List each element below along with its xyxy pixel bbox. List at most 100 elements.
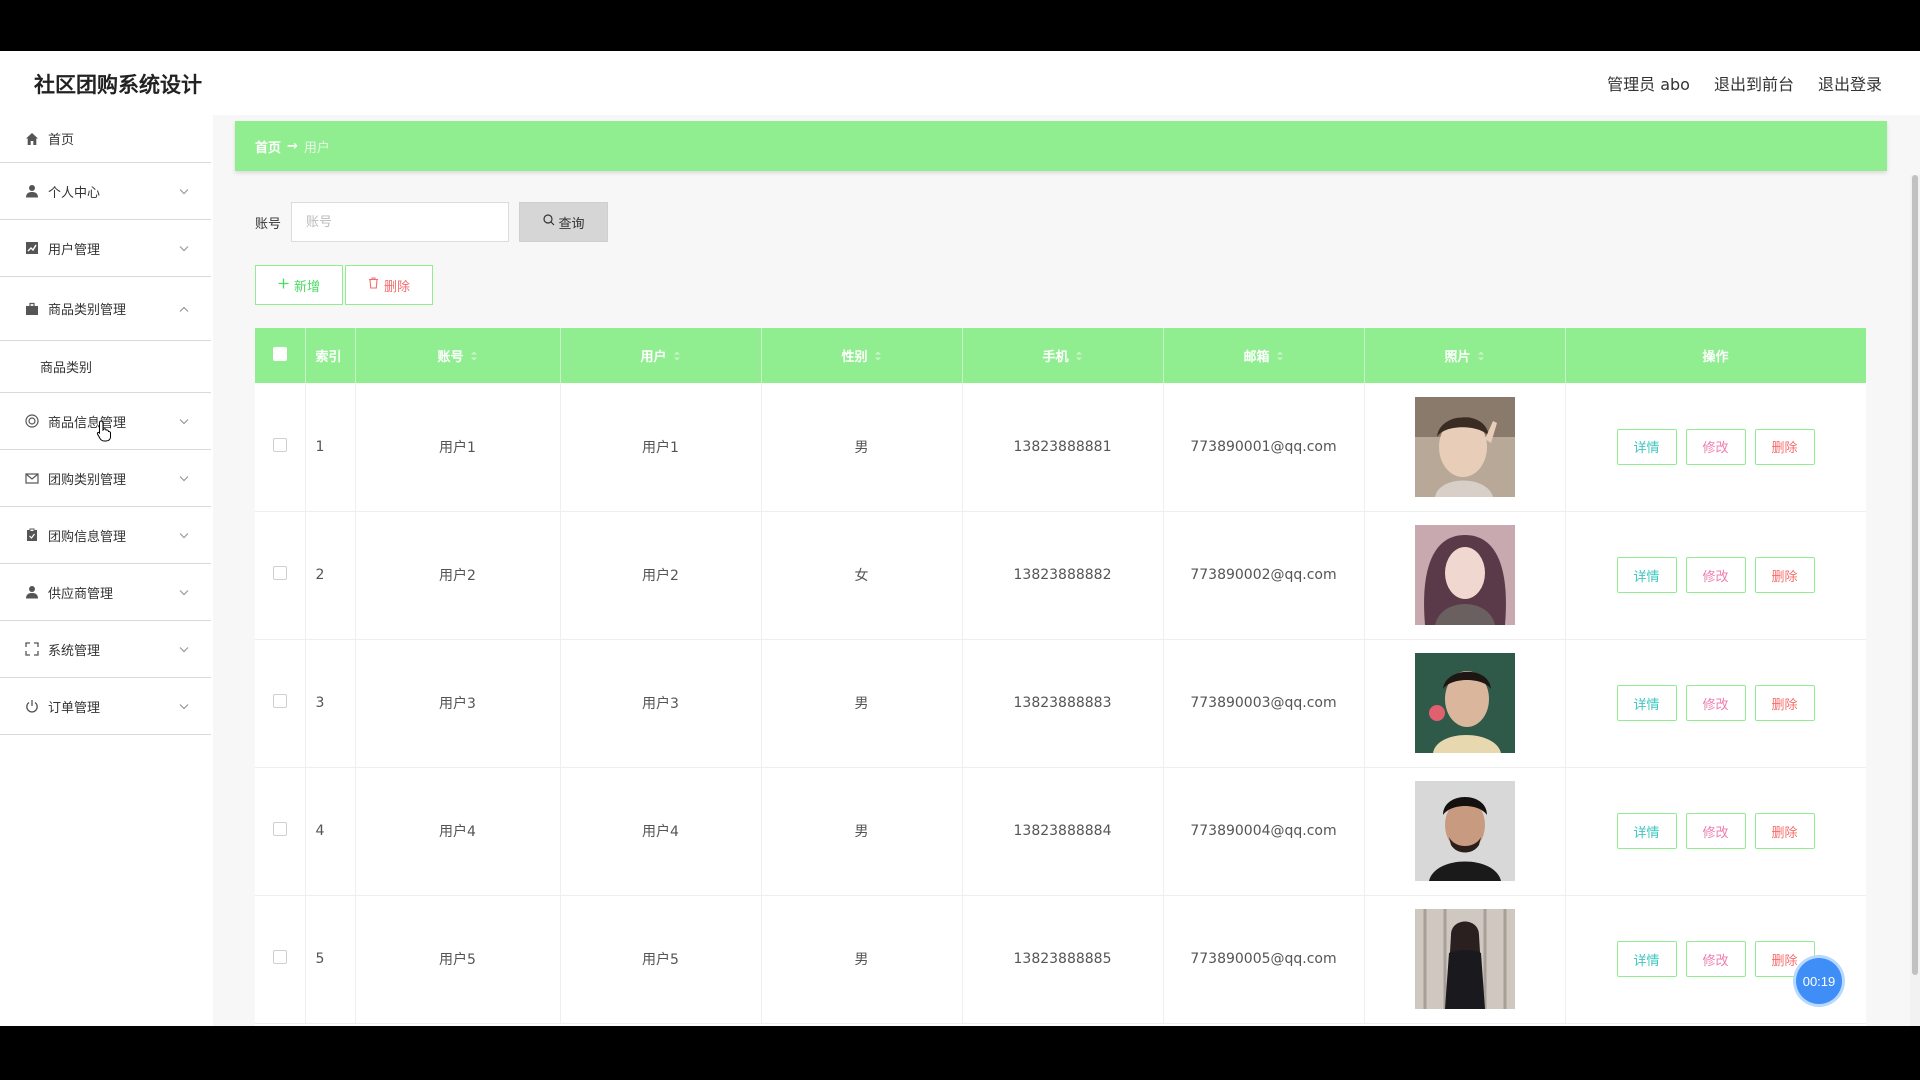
detail-button[interactable]: 详情: [1616, 813, 1677, 849]
sidebar-item-groupbuy-category-management[interactable]: 团购类别管理: [0, 450, 211, 507]
bulk-delete-button[interactable]: 删除: [345, 265, 433, 305]
search-label: 账号: [255, 216, 282, 232]
sidebar-item-user-management[interactable]: 用户管理: [0, 220, 211, 277]
trash-icon: [368, 277, 384, 293]
user-photo: [1414, 396, 1515, 497]
select-all-cell: [255, 328, 306, 383]
recording-timer-badge[interactable]: 00:19: [1796, 958, 1842, 1004]
cell-user: 用户3: [560, 639, 762, 767]
table-row: 2 用户2 用户2 女 13823888882 773890002@qq.com: [255, 511, 1866, 639]
cell-gender: 男: [761, 639, 963, 767]
add-button-label: 新增: [293, 279, 320, 295]
row-actions: 详情 修改 删除: [1566, 557, 1866, 593]
sidebar-item-product-category-management[interactable]: 商品类别管理: [0, 277, 211, 341]
search-row: 账号 查询: [255, 202, 609, 242]
breadcrumb-separator: →: [287, 138, 298, 154]
delete-button[interactable]: 删除: [1754, 557, 1815, 593]
screen-bottom-bar: [0, 1026, 1920, 1080]
detail-button[interactable]: 详情: [1616, 941, 1677, 977]
sidebar-item-label: 商品信息管理: [48, 415, 127, 431]
sidebar-item-product-info-management[interactable]: 商品信息管理: [0, 393, 211, 450]
delete-button[interactable]: 删除: [1754, 813, 1815, 849]
cell-actions: 详情 修改 删除: [1565, 639, 1866, 767]
table-row: 5 用户5 用户5 男 13823888885 773890005@qq.com: [255, 895, 1866, 1023]
row-checkbox[interactable]: [272, 437, 287, 452]
sidebar-item-supplier-management[interactable]: 供应商管理: [0, 564, 211, 621]
user-photo: [1414, 781, 1515, 881]
column-header-gender[interactable]: 性别: [761, 328, 963, 383]
row-select-cell: [255, 639, 306, 767]
table-row: 1 用户1 用户1 男 13823888881 773890001@qq.com: [255, 383, 1866, 511]
sort-icon: [1477, 350, 1485, 365]
edit-button[interactable]: 修改: [1685, 941, 1746, 977]
target-icon: [24, 413, 40, 429]
sidebar-item-home[interactable]: 首页: [0, 115, 211, 163]
edit-button[interactable]: 修改: [1685, 685, 1746, 721]
row-checkbox[interactable]: [272, 950, 287, 964]
edit-button[interactable]: 修改: [1685, 813, 1746, 849]
select-all-checkbox[interactable]: [272, 346, 287, 361]
sidebar-item-system-management[interactable]: 系统管理: [0, 621, 211, 678]
cell-gender: 男: [761, 767, 963, 895]
chevron-down-icon: [179, 699, 189, 714]
row-actions: 详情 修改 删除: [1566, 685, 1866, 721]
cell-email: 773890002@qq.com: [1163, 511, 1365, 639]
cell-account: 用户3: [355, 639, 561, 767]
admin-label[interactable]: 管理员 abo: [1607, 71, 1690, 95]
sidebar-item-label: 系统管理: [48, 643, 101, 659]
detail-button[interactable]: 详情: [1616, 685, 1677, 721]
chevron-down-icon: [179, 642, 189, 657]
edit-button[interactable]: 修改: [1685, 557, 1746, 593]
exit-to-front-link[interactable]: 退出到前台: [1714, 71, 1794, 95]
search-button-label: 查询: [558, 216, 585, 232]
column-header-email[interactable]: 邮箱: [1163, 328, 1365, 383]
detail-button[interactable]: 详情: [1616, 557, 1677, 593]
cell-email: 773890004@qq.com: [1163, 767, 1365, 895]
column-header-user[interactable]: 用户: [560, 328, 762, 383]
cell-index: 5: [305, 895, 356, 1023]
column-header-label: 手机: [1042, 350, 1069, 365]
user-table: 索引 账号 用户 性别 手机 邮箱 照片 操作 1 用户1 用户1 男 1382…: [255, 328, 1866, 1026]
column-header-phone[interactable]: 手机: [962, 328, 1164, 383]
plus-icon: [278, 278, 294, 293]
cell-index: 2: [305, 511, 356, 639]
delete-button[interactable]: 删除: [1754, 428, 1815, 465]
cell-actions: 详情 修改 删除: [1565, 767, 1866, 895]
vertical-scrollbar[interactable]: [1910, 175, 1920, 1026]
header-actions: 管理员 abo 退出到前台 退出登录: [1607, 71, 1882, 95]
edit-button[interactable]: 修改: [1685, 428, 1746, 465]
cell-index: 4: [305, 767, 356, 895]
action-row: 新增 删除: [255, 265, 433, 305]
column-header-account[interactable]: 账号: [355, 328, 561, 383]
breadcrumb: 首页 → 用户: [235, 121, 1887, 171]
delete-button[interactable]: 删除: [1754, 685, 1815, 721]
sidebar-item-personal-center[interactable]: 个人中心: [0, 163, 211, 220]
row-checkbox[interactable]: [272, 694, 287, 708]
breadcrumb-home[interactable]: 首页: [255, 137, 281, 156]
search-button[interactable]: 查询: [519, 202, 609, 242]
cell-phone: 13823888881: [962, 383, 1164, 511]
column-header-label: 用户: [640, 350, 667, 365]
cell-user: 用户4: [560, 767, 762, 895]
search-input[interactable]: [291, 202, 510, 242]
person-icon: [24, 584, 40, 600]
cell-user: 用户1: [560, 383, 762, 511]
cell-gender: 女: [761, 511, 963, 639]
add-button[interactable]: 新增: [255, 265, 343, 305]
scrollbar-thumb[interactable]: [1912, 175, 1918, 975]
sidebar-item-groupbuy-info-management[interactable]: 团购信息管理: [0, 507, 211, 564]
column-header-photo[interactable]: 照片: [1364, 328, 1566, 383]
chevron-down-icon: [179, 528, 189, 543]
logout-link[interactable]: 退出登录: [1818, 71, 1882, 95]
row-checkbox[interactable]: [272, 566, 287, 580]
detail-button[interactable]: 详情: [1616, 428, 1677, 465]
chevron-down-icon: [179, 241, 189, 256]
cell-phone: 13823888885: [962, 895, 1164, 1023]
sort-icon: [874, 350, 882, 365]
column-header-label: 性别: [841, 350, 868, 365]
sort-icon: [1075, 350, 1083, 365]
cell-user: 用户5: [560, 895, 762, 1023]
sidebar-item-order-management[interactable]: 订单管理: [0, 678, 211, 735]
sidebar-subitem-product-category[interactable]: 商品类别: [0, 341, 211, 393]
row-checkbox[interactable]: [272, 822, 287, 836]
